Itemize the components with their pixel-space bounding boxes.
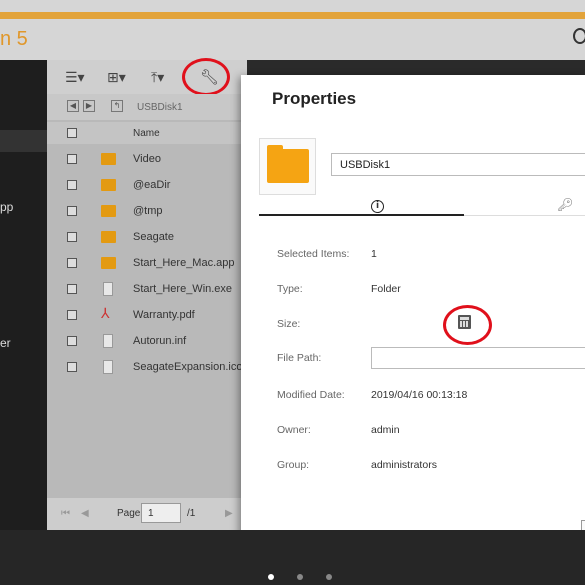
file-name[interactable]: Seagate [133, 231, 174, 243]
bottom-bar [0, 530, 585, 585]
type-value: Folder [371, 283, 401, 295]
app-title: n 5 [0, 28, 28, 50]
owner-label: Owner: [277, 424, 311, 436]
file-path-field[interactable] [371, 347, 585, 369]
type-label: Type: [277, 283, 303, 295]
search-icon[interactable] [573, 28, 585, 44]
tab-divider [464, 215, 585, 216]
sidebar-active-item[interactable] [0, 130, 47, 152]
file-icon [103, 282, 113, 296]
active-tab-indicator [259, 214, 464, 216]
folder-icon [101, 205, 116, 217]
file-name[interactable]: @eaDir [133, 179, 170, 191]
info-icon[interactable]: i [371, 200, 384, 213]
folder-icon [101, 231, 116, 243]
modified-date-value: 2019/04/16 00:13:18 [371, 389, 468, 401]
table-row[interactable]: ⅄ Warranty.pdf [47, 302, 247, 328]
page-dot-active[interactable] [268, 574, 274, 580]
row-checkbox[interactable] [67, 206, 77, 216]
size-label: Size: [277, 318, 301, 330]
select-all-checkbox[interactable] [67, 128, 77, 138]
file-icon [103, 334, 113, 348]
folder-icon [101, 179, 116, 191]
row-checkbox[interactable] [67, 310, 77, 320]
page-dot[interactable] [297, 574, 303, 580]
table-row[interactable]: Start_Here_Mac.app [47, 250, 247, 276]
new-folder-icon[interactable]: ⊞▾ [107, 70, 126, 86]
next-page-icon[interactable]: ▶ [225, 508, 233, 519]
properties-dialog: Properties USBDisk1 i 🔑︎ Selected Items:… [241, 75, 585, 565]
page-input[interactable]: 1 [141, 503, 181, 523]
sidebar-item-label[interactable]: pp [0, 200, 13, 214]
group-label: Group: [277, 459, 310, 471]
table-row[interactable]: Seagate [47, 224, 247, 250]
table-row[interactable]: @tmp [47, 198, 247, 224]
selected-items-value: 1 [371, 248, 377, 260]
owner-value: admin [371, 424, 400, 436]
table-row[interactable]: @eaDir [47, 172, 247, 198]
top-bar: n 5 [0, 0, 585, 60]
row-checkbox[interactable] [67, 362, 77, 372]
page-dot[interactable] [326, 574, 332, 580]
highlight-circle-size [443, 305, 492, 345]
row-checkbox[interactable] [67, 232, 77, 242]
page-label: Page [117, 508, 141, 519]
row-checkbox[interactable] [67, 258, 77, 268]
table-row[interactable]: Start_Here_Win.exe [47, 276, 247, 302]
sidebar-item-label[interactable]: er [0, 336, 11, 350]
sidebar: pp er [0, 60, 47, 530]
table-row[interactable]: Autorun.inf [47, 328, 247, 354]
file-name[interactable]: Video [133, 153, 161, 165]
row-checkbox[interactable] [67, 284, 77, 294]
table-row[interactable]: SeagateExpansion.ico [47, 354, 247, 380]
name-column-header[interactable]: Name [133, 128, 160, 139]
selected-items-label: Selected Items: [277, 248, 350, 260]
prev-page-icon[interactable]: ◀ [81, 508, 89, 519]
upload-icon[interactable]: ⤒▾ [151, 70, 164, 86]
folder-icon [101, 153, 116, 165]
modified-date-label: Modified Date: [277, 389, 345, 401]
pagination-bar: ⏮ ◀ Page 1 /1 ▶ [47, 498, 247, 530]
row-checkbox[interactable] [67, 154, 77, 164]
file-manager: ☰▾ ⊞▾ ⤒▾ 🔧︎ ◀ ▶ ↰ USBDisk1 Name Video @ea… [47, 58, 247, 530]
file-name[interactable]: SeagateExpansion.ico [133, 361, 242, 373]
list-view-icon[interactable]: ☰▾ [65, 70, 85, 86]
page-total: /1 [187, 508, 196, 519]
file-name[interactable]: Start_Here_Win.exe [133, 283, 232, 295]
file-path-label: File Path: [277, 352, 322, 364]
accent-stripe [0, 12, 585, 19]
file-name[interactable]: Start_Here_Mac.app [133, 257, 235, 269]
pdf-icon: ⅄ [101, 306, 110, 322]
up-folder-button[interactable]: ↰ [111, 100, 123, 112]
file-name[interactable]: Autorun.inf [133, 335, 186, 347]
folder-icon [101, 257, 116, 269]
first-page-icon[interactable]: ⏮ [61, 508, 70, 519]
dialog-title: Properties [272, 89, 357, 108]
highlight-circle-tools [182, 58, 230, 96]
group-value: administrators [371, 459, 437, 471]
file-icon [103, 360, 113, 374]
file-name[interactable]: @tmp [133, 205, 163, 217]
row-checkbox[interactable] [67, 180, 77, 190]
table-header: Name [47, 122, 247, 144]
back-button[interactable]: ◀ [67, 100, 79, 112]
forward-button[interactable]: ▶ [83, 100, 95, 112]
folder-icon [259, 138, 316, 195]
breadcrumb[interactable]: USBDisk1 [137, 102, 183, 113]
table-row[interactable]: Video [47, 146, 247, 172]
row-checkbox[interactable] [67, 336, 77, 346]
key-icon[interactable]: 🔑︎ [557, 198, 574, 213]
name-field[interactable]: USBDisk1 [331, 153, 585, 176]
navigation-bar: ◀ ▶ ↰ USBDisk1 [47, 94, 247, 120]
file-name[interactable]: Warranty.pdf [133, 309, 195, 321]
